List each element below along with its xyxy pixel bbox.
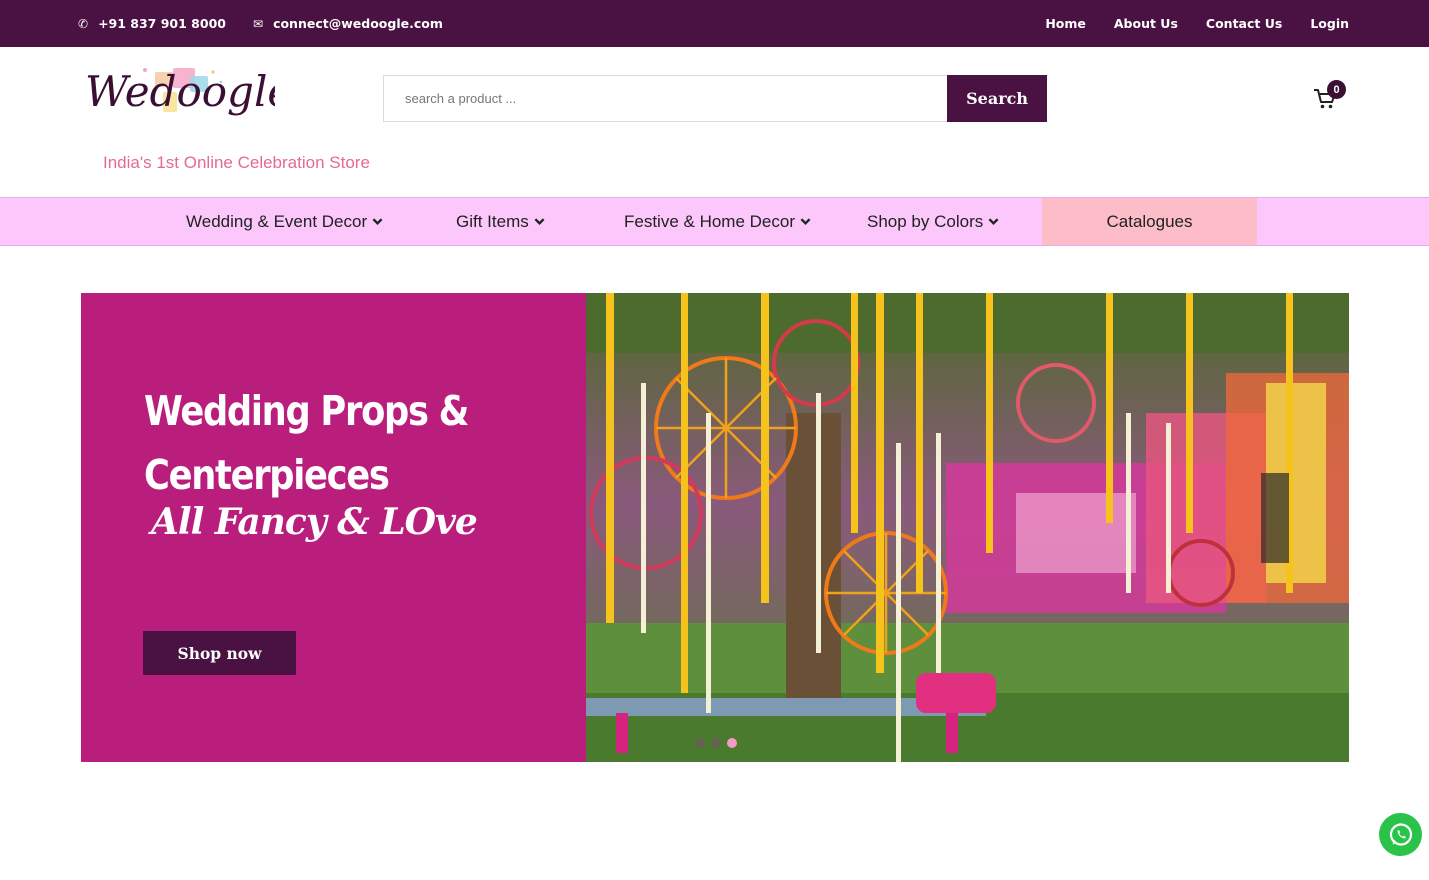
- phone-contact[interactable]: ✆ +91 837 901 8000: [78, 0, 226, 47]
- search-bar: Search: [383, 75, 1047, 122]
- chevron-down-icon: [800, 218, 811, 226]
- phone-icon: ✆: [78, 16, 89, 31]
- nav-label: Gift Items: [456, 211, 529, 231]
- hero-script-text: All Fancy & LOve: [151, 501, 478, 543]
- hero-title-line-2: Centerpieces: [144, 451, 390, 499]
- nav-festive-home-decor[interactable]: Festive & Home Decor: [624, 198, 811, 245]
- phone-number: +91 837 901 8000: [98, 16, 226, 31]
- hero-title: Wedding Props & Centerpieces: [144, 379, 469, 507]
- chevron-down-icon: [372, 218, 383, 226]
- nav-label: Wedding & Event Decor: [186, 211, 368, 231]
- hero-photo-wedding-decor: [586, 293, 1349, 762]
- nav-label: Catalogues: [1106, 211, 1193, 231]
- nav-shop-by-colors[interactable]: Shop by Colors: [867, 198, 999, 245]
- carousel-dot[interactable]: [695, 738, 705, 748]
- hero-text-panel: Wedding Props & Centerpieces All Fancy &…: [81, 293, 586, 762]
- email-address: connect@wedoogle.com: [273, 16, 443, 31]
- site-logo[interactable]: Wedoogle: [85, 62, 292, 130]
- nav-link-home[interactable]: Home: [1045, 16, 1086, 31]
- nav-link-login[interactable]: Login: [1310, 16, 1349, 31]
- cart-count-badge: 0: [1327, 80, 1346, 99]
- main-nav: Wedding & Event Decor Gift Items Festive…: [0, 197, 1429, 246]
- nav-gift-items[interactable]: Gift Items: [456, 198, 545, 245]
- search-input[interactable]: [383, 75, 948, 122]
- top-bar: ✆ +91 837 901 8000 ✉ connect@wedoogle.co…: [0, 0, 1429, 47]
- search-button[interactable]: Search: [947, 75, 1047, 122]
- tagline: India's 1st Online Celebration Store: [103, 153, 370, 172]
- envelope-icon: ✉: [253, 16, 264, 31]
- nav-label: Shop by Colors: [867, 211, 984, 231]
- whatsapp-icon: [1389, 822, 1412, 846]
- hero-banner: Wedding Props & Centerpieces All Fancy &…: [81, 293, 1349, 762]
- logo-graphic: Wedoogle: [85, 67, 292, 116]
- carousel-dots: [695, 738, 737, 748]
- whatsapp-button[interactable]: [1379, 813, 1422, 856]
- carousel-dot-active[interactable]: [727, 738, 737, 748]
- nav-catalogues[interactable]: Catalogues: [1042, 198, 1257, 245]
- carousel-dot[interactable]: [711, 738, 721, 748]
- nav-link-contact-us[interactable]: Contact Us: [1206, 16, 1282, 31]
- hero-title-line-1: Wedding Props &: [144, 387, 469, 435]
- nav-link-about-us[interactable]: About Us: [1114, 16, 1178, 31]
- chevron-down-icon: [534, 218, 545, 226]
- chevron-down-icon: [988, 218, 999, 226]
- logo-text: Wedoogle: [85, 67, 275, 116]
- shop-now-button[interactable]: Shop now: [143, 631, 296, 675]
- email-contact[interactable]: ✉ connect@wedoogle.com: [253, 0, 443, 47]
- nav-label: Festive & Home Decor: [624, 211, 795, 231]
- top-nav: Home About Us Contact Us Login: [1045, 0, 1349, 47]
- nav-wedding-event-decor[interactable]: Wedding & Event Decor: [186, 198, 383, 245]
